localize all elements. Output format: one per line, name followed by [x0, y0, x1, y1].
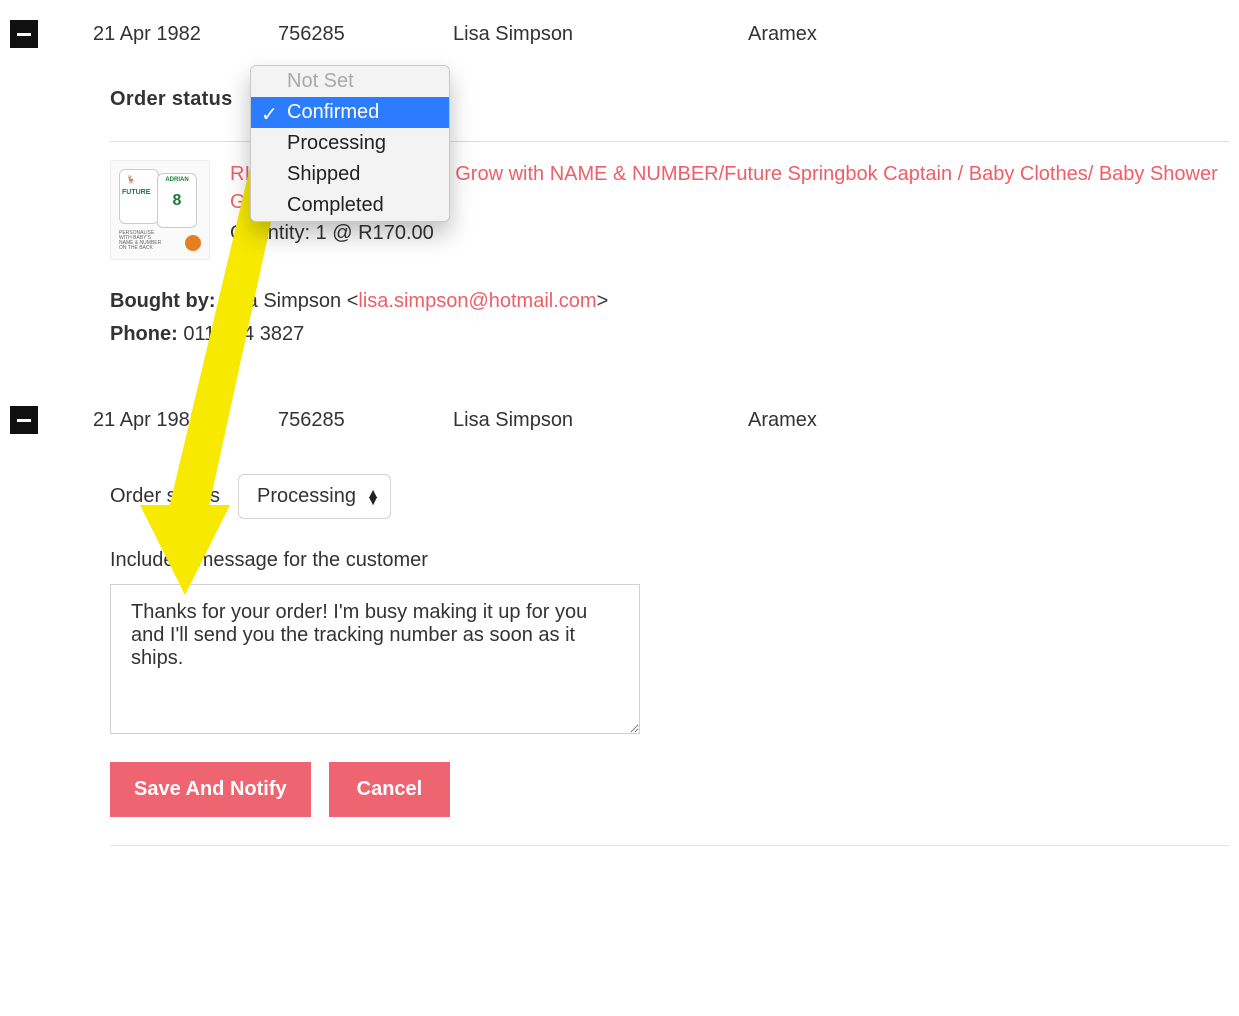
order-date: 21 Apr 1982 [93, 409, 278, 432]
buyer-row: Bought by: Lisa Simpson <lisa.simpson@ho… [110, 290, 1229, 313]
button-row: Save And Notify Cancel [110, 762, 1229, 817]
order-carrier: Aramex [748, 409, 817, 432]
order-block-2: 21 Apr 1982 756285 Lisa Simpson Aramex O… [10, 406, 1229, 846]
order-carrier: Aramex [748, 23, 817, 46]
status-select-value: Processing [257, 485, 356, 507]
springbok-icon: 🦌 [126, 175, 136, 184]
check-icon: ✓ [261, 102, 278, 127]
order-detail: Order status Processing ▲▼ Include a mes… [110, 474, 1229, 846]
buyer-info: Bought by: Lisa Simpson <lisa.simpson@ho… [110, 290, 1229, 346]
thumb-text-future: FUTURE [122, 189, 150, 196]
select-arrows-icon: ▲▼ [366, 490, 380, 504]
status-label: Order status [110, 88, 233, 111]
order-number: 756285 [278, 409, 453, 432]
collapse-button[interactable] [10, 20, 38, 48]
status-select[interactable]: Processing ▲▼ [238, 474, 391, 519]
email-open-bracket: < [347, 290, 359, 312]
save-and-notify-button[interactable]: Save And Notify [110, 762, 311, 817]
minus-icon [17, 33, 31, 36]
collapse-button[interactable] [10, 406, 38, 434]
status-option-confirmed[interactable]: ✓ Confirmed [251, 97, 449, 128]
status-option-processing[interactable]: Processing [251, 128, 449, 159]
order-header-row: 21 Apr 1982 756285 Lisa Simpson Aramex [10, 406, 1229, 434]
status-row: Order status Processing ▲▼ [110, 474, 1229, 519]
thumb-badge-icon [185, 235, 201, 251]
phone-row: Phone: 011 214 3827 [110, 323, 1229, 346]
order-block-1: 21 Apr 1982 756285 Lisa Simpson Aramex N… [10, 20, 1229, 346]
order-number: 756285 [278, 23, 453, 46]
status-option-shipped[interactable]: Shipped [251, 159, 449, 190]
onesie-front-icon [119, 169, 159, 224]
thumb-caption: PERSONALISEWITH BABY'SNAME & NUMBERON TH… [119, 231, 161, 251]
product-quantity: Quantity: 1 @ R170.00 [230, 222, 1229, 245]
order-date: 21 Apr 1982 [93, 23, 278, 46]
status-dropdown-popup: Not Set ✓ Confirmed Processing Shipped C… [250, 65, 450, 222]
buyer-email-link[interactable]: lisa.simpson@hotmail.com [358, 290, 596, 312]
phone-label: Phone: [110, 323, 178, 345]
message-label: Include a message for the customer [110, 549, 1229, 572]
message-textarea[interactable] [110, 584, 640, 734]
status-option-completed[interactable]: Completed [251, 190, 449, 221]
order-customer: Lisa Simpson [453, 409, 748, 432]
bought-by-label: Bought by: [110, 290, 216, 312]
email-close-bracket: > [597, 290, 609, 312]
product-thumbnail[interactable]: 🦌 FUTURE PERSONALISEWITH BABY'SNAME & NU… [110, 160, 210, 260]
buyer-phone: 011 214 3827 [183, 323, 304, 345]
buyer-name: Lisa Simpson [221, 290, 341, 312]
status-option-not-set[interactable]: Not Set [251, 66, 449, 97]
status-option-label: Confirmed [287, 101, 379, 123]
minus-icon [17, 419, 31, 422]
divider [110, 845, 1229, 846]
order-header-row: 21 Apr 1982 756285 Lisa Simpson Aramex [10, 20, 1229, 48]
order-customer: Lisa Simpson [453, 23, 748, 46]
onesie-back-icon [157, 173, 197, 228]
cancel-button[interactable]: Cancel [329, 762, 451, 817]
status-label: Order status [110, 485, 220, 508]
